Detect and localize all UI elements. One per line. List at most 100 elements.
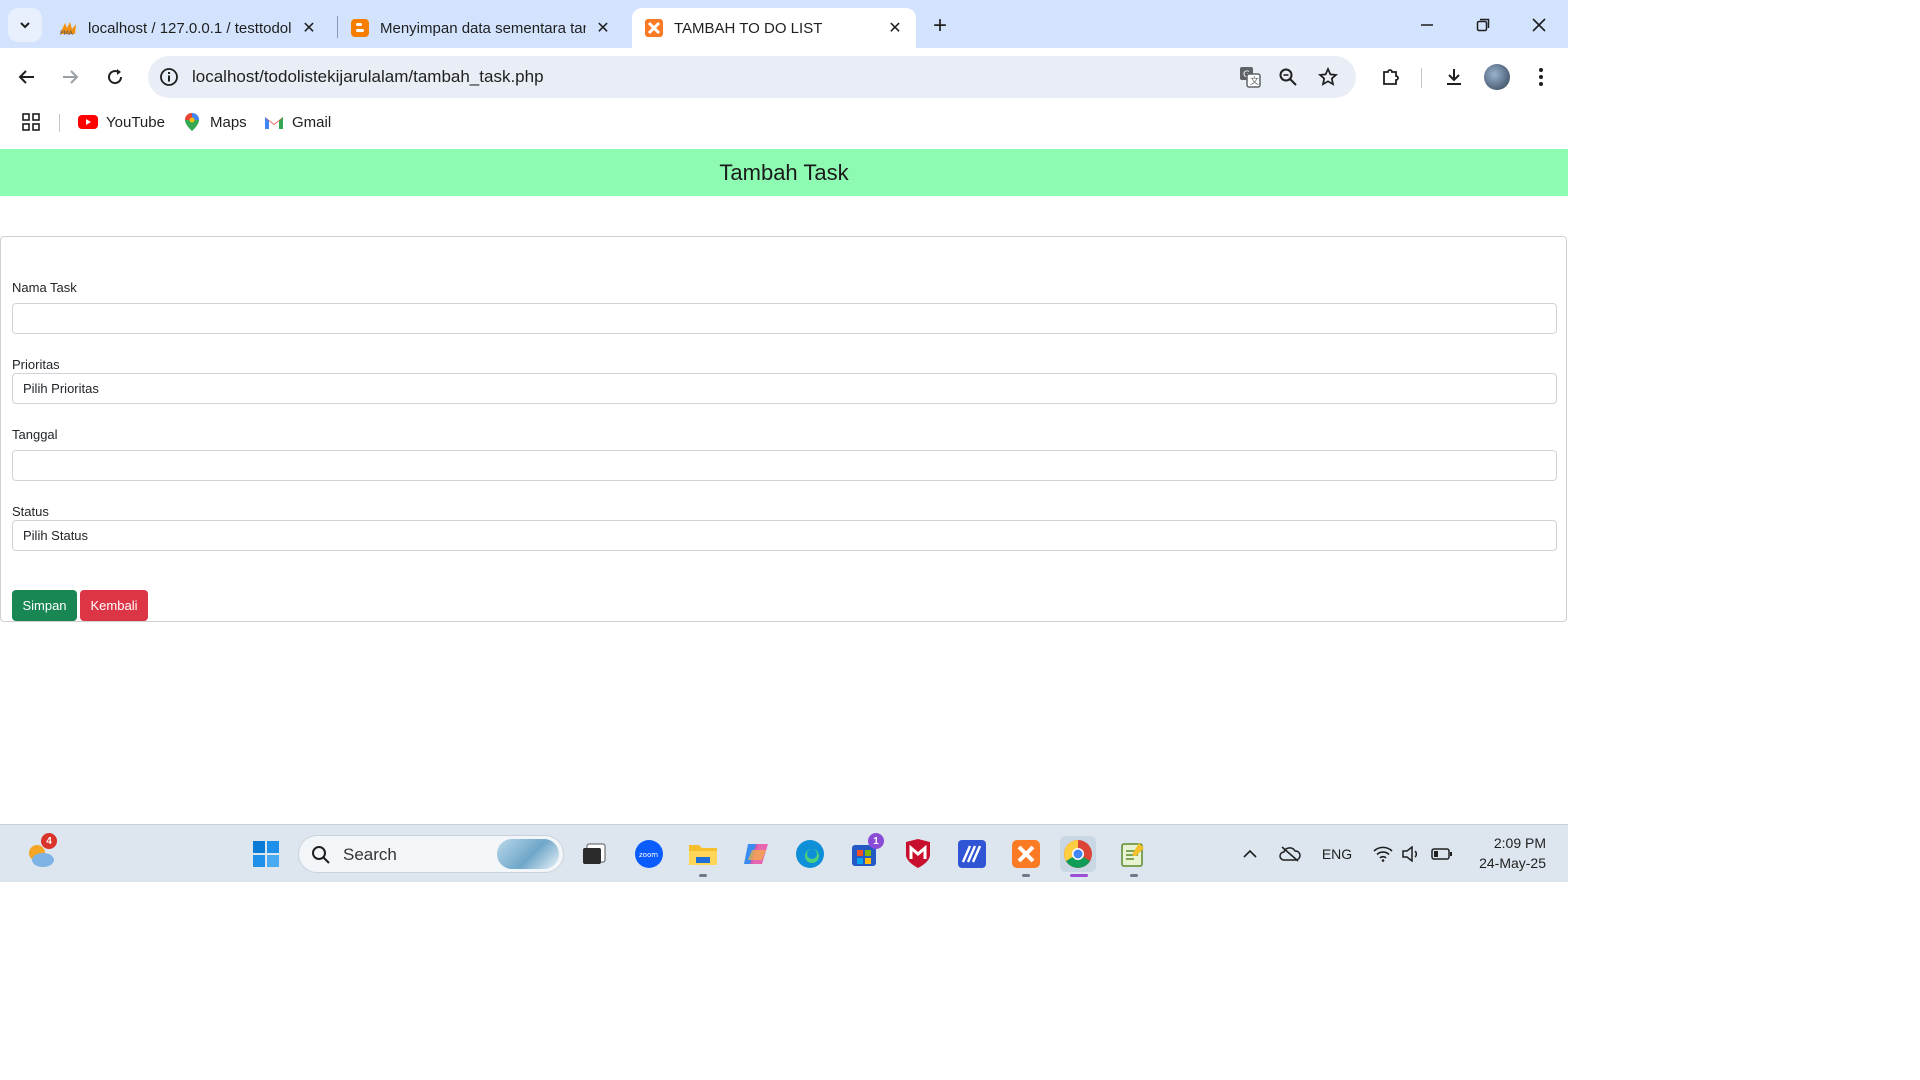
bookmark-label: Maps: [210, 113, 247, 131]
extensions-button[interactable]: [1376, 62, 1406, 92]
taskbar-clock[interactable]: 2:09 PM 24-May-25: [1468, 833, 1546, 873]
running-indicator: [699, 874, 707, 877]
bookmark-maps[interactable]: Maps: [182, 112, 247, 132]
prioritas-select[interactable]: Pilih Prioritas: [12, 373, 1557, 404]
weather-widget[interactable]: 4: [22, 833, 58, 872]
reload-button[interactable]: [100, 62, 130, 92]
volume-tray[interactable]: [1400, 842, 1422, 866]
apps-button[interactable]: [22, 112, 40, 132]
task-form-card: Nama Task Prioritas Pilih Prioritas Tang…: [0, 236, 1567, 622]
simpan-button[interactable]: Simpan: [12, 590, 77, 621]
profile-avatar[interactable]: [1484, 64, 1510, 90]
tab-blogger[interactable]: Menyimpan data sementara tanpa database …: [338, 8, 624, 48]
speaker-icon: [1402, 846, 1418, 862]
kebab-menu-icon: [1539, 68, 1543, 86]
tanggal-input[interactable]: [12, 450, 1557, 481]
taskbar-app-store[interactable]: 1: [846, 833, 884, 872]
running-indicator: [1130, 874, 1138, 877]
reload-icon: [108, 69, 123, 85]
forward-button[interactable]: [55, 62, 85, 92]
search-icon: [312, 846, 330, 864]
store-badge: 1: [868, 833, 884, 849]
page-content: Tambah Task Nama Task Prioritas Pilih Pr…: [0, 148, 1568, 824]
xampp-icon: [644, 18, 664, 38]
taskbar-app-edge[interactable]: [792, 836, 828, 872]
bookmark-youtube[interactable]: YouTube: [78, 112, 165, 132]
close-tab-icon[interactable]: ✕: [594, 19, 612, 37]
running-indicator: [1022, 874, 1030, 877]
prioritas-selected-value: Pilih Prioritas: [23, 381, 99, 396]
clock-time: 2:09 PM: [1493, 835, 1546, 851]
tab-phpmyadmin[interactable]: PMA localhost / 127.0.0.1 / testtodolist…: [46, 8, 330, 48]
zoom-icon[interactable]: [1276, 65, 1300, 89]
nama-task-label: Nama Task: [12, 280, 77, 295]
clock-date: 24-May-25: [1479, 855, 1546, 871]
page-header: Tambah Task: [0, 149, 1568, 196]
phpmyadmin-icon: PMA: [58, 18, 78, 38]
taskbar-app-mcafee[interactable]: [900, 836, 936, 872]
bookmark-label: Gmail: [292, 113, 332, 131]
taskbar-app-xampp[interactable]: [1008, 836, 1044, 872]
restore-button[interactable]: [1468, 10, 1498, 40]
taskbar-app-chrome[interactable]: [1060, 836, 1096, 872]
prioritas-label: Prioritas: [12, 357, 60, 372]
tab-search-button[interactable]: [8, 8, 42, 42]
minimize-button[interactable]: [1412, 10, 1442, 40]
downloads-button[interactable]: [1439, 62, 1469, 92]
nama-task-input[interactable]: [12, 303, 1557, 334]
address-bar[interactable]: localhost/todolistekijarulalam/tambah_ta…: [148, 56, 1356, 98]
zoom-icon: zoom: [635, 840, 663, 868]
browser-chrome: PMA localhost / 127.0.0.1 / testtodolist…: [0, 0, 1568, 148]
site-info-icon[interactable]: [158, 66, 180, 88]
translate-icon[interactable]: G文: [1238, 65, 1262, 89]
language-indicator[interactable]: ENG: [1318, 842, 1356, 866]
back-button[interactable]: [12, 62, 42, 92]
browser-menu-button[interactable]: [1526, 62, 1556, 92]
page-title: Tambah Task: [719, 159, 849, 185]
puzzle-icon: [1383, 69, 1399, 85]
start-button[interactable]: [248, 836, 284, 872]
toolbar-divider: [1421, 68, 1422, 88]
tab-title: localhost / 127.0.0.1 / testtodolistekij…: [88, 19, 292, 37]
taskbar-app-vscode-like[interactable]: [954, 836, 990, 872]
svg-text:文: 文: [1250, 75, 1259, 87]
show-hidden-icons-button[interactable]: [1240, 842, 1260, 866]
bookmark-label: YouTube: [106, 113, 165, 131]
gmail-icon: [264, 112, 284, 132]
copilot-icon: [744, 844, 768, 864]
close-tab-icon[interactable]: ✕: [300, 19, 318, 37]
battery-tray[interactable]: [1430, 842, 1454, 866]
status-select[interactable]: Pilih Status: [12, 520, 1557, 551]
tab-tambah-to-do-list[interactable]: TAMBAH TO DO LIST ✕: [632, 8, 916, 48]
bookmark-star-icon[interactable]: [1316, 65, 1340, 89]
blogger-icon: [350, 18, 370, 38]
taskbar-app-file-explorer[interactable]: [685, 836, 721, 872]
wifi-tray[interactable]: [1372, 842, 1394, 866]
tab-title: Menyimpan data sementara tanpa database: [380, 19, 586, 37]
browser-toolbar: localhost/todolistekijarulalam/tambah_ta…: [0, 48, 1568, 148]
kembali-button[interactable]: Kembali: [80, 590, 148, 621]
taskbar-search[interactable]: Search: [298, 835, 564, 873]
chrome-icon: [1064, 840, 1092, 868]
wifi-icon: [1373, 846, 1393, 862]
taskbar-app-copilot[interactable]: [739, 836, 775, 872]
close-window-button[interactable]: [1524, 10, 1554, 40]
close-tab-icon[interactable]: ✕: [886, 19, 904, 37]
notepad-icon: [1121, 843, 1144, 867]
bookmark-gmail[interactable]: Gmail: [264, 112, 331, 132]
new-tab-button[interactable]: +: [926, 12, 954, 40]
taskbar-app-notepad[interactable]: [1115, 836, 1151, 872]
arrow-left-icon: [18, 70, 34, 84]
close-icon: [1532, 18, 1546, 32]
url-text[interactable]: localhost/todolistekijarulalam/tambah_ta…: [192, 67, 544, 87]
taskbar-app-taskview[interactable]: [576, 836, 612, 872]
battery-icon: [1431, 848, 1452, 860]
status-label: Status: [12, 504, 49, 519]
taskbar-app-zoom[interactable]: zoom: [631, 836, 667, 872]
onedrive-tray[interactable]: [1278, 842, 1302, 866]
minimize-icon: [1421, 24, 1433, 26]
chevron-up-icon: [1243, 849, 1257, 858]
restore-icon: [1476, 18, 1490, 32]
mcafee-shield-icon: [906, 839, 930, 868]
windows-logo-icon: [253, 841, 279, 867]
